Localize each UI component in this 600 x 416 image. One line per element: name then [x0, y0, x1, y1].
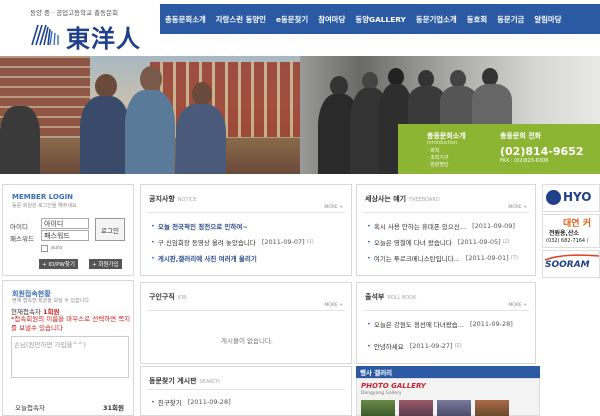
today-visitors-count: 31회원 [103, 404, 125, 412]
login-button[interactable]: 로그인 [95, 218, 125, 241]
intro-subtitle: Introduction [427, 140, 458, 146]
password-label: 패스워드 [10, 235, 34, 243]
nav-item-gallery[interactable]: 동양GALLERY [350, 14, 411, 25]
notice-title: 공지사항 NOTICE [149, 195, 197, 203]
online-users-subtitle: 현재 접속한 회원을 보실 수 있습니다. [12, 298, 91, 304]
gallery-heading[interactable]: 행사 갤러리 [356, 366, 540, 378]
bullet-icon: • [151, 254, 155, 262]
id-input[interactable] [41, 218, 89, 229]
intro-link-org[interactable]: · 조직기구 [427, 155, 449, 162]
jobs-empty-message: 게시물이 없습니다. [221, 337, 273, 345]
gallery-thumbnail[interactable] [399, 400, 433, 416]
bullet-icon: • [367, 254, 371, 262]
bullet-icon: • [367, 342, 371, 350]
logo-tagline: 동양 중 · 공업고등학교 총동문회 [30, 9, 119, 17]
login-title: MEMBER LOGIN [12, 193, 74, 201]
intro-links: · 회칙 · 조직기구 · 임원명단 [427, 148, 449, 169]
jobs-more-link[interactable]: MORE + [324, 303, 343, 308]
online-users-list[interactable]: 손님(원만하면 가입을^^) [11, 336, 129, 378]
logo-text: 東洋人 [66, 24, 141, 53]
online-users-panel: 회원접속현황 현재 접속한 회원을 보실 수 있습니다. 현재접속자 1회원 *… [2, 280, 134, 416]
list-item[interactable]: • 친구찾기 [2011-09-28] [151, 397, 341, 407]
nav-item-news[interactable]: 알림마당 [529, 14, 566, 25]
id-label: 아이디 [10, 223, 28, 231]
nav-item-clubs[interactable]: 동호회 [462, 14, 492, 25]
roll-book-title: 출석부 ROLL BOOK [365, 293, 417, 301]
auto-login-checkbox[interactable] [41, 245, 48, 252]
contact-fax: FAX : (02)823-6306 [500, 158, 549, 164]
nav-item-companies[interactable]: 동문기업소개 [411, 14, 462, 25]
online-users-notice: *접속회원의 이름을 마우스로 선택하면 쪽지를 보낼수 있습니다 [11, 315, 131, 332]
ad-sooram-banner[interactable]: SOORAM [542, 250, 600, 278]
notice-more-link[interactable]: MORE + [324, 205, 343, 210]
ad-daeyeon-banner[interactable]: 대연 커 전원용,산소 (032) 682-7164 / [542, 214, 600, 248]
jobs-board: 구인구직 JOB MORE + 게시물이 없습니다. [140, 282, 352, 364]
nav-item-find-alumni[interactable]: e동문찾기 [271, 14, 313, 25]
alumni-search-title: 동문찾기 게시판 SEARCH [149, 377, 220, 385]
list-item[interactable]: • 오늘은 강원도 정선에 다녀왔습... [2011-09-28] [367, 319, 537, 329]
gallery-subtitle: Dongyang Gallery [361, 391, 402, 396]
free-board-more-link[interactable]: MORE + [508, 205, 527, 210]
gallery-thumbnail[interactable] [475, 400, 509, 416]
bullet-icon: • [367, 320, 371, 328]
gallery-title: PHOTO GALLERY [361, 382, 426, 390]
list-item[interactable]: • 구.신임회장 동영상 올려 놓았습니다 [2011-09-07] (1) [151, 237, 341, 247]
nav-item-fund[interactable]: 동문기금 [492, 14, 529, 25]
contact-title: 총동문회 전화 [500, 132, 542, 140]
gallery-thumbnail[interactable] [437, 400, 471, 416]
gallery-thumbnail[interactable] [361, 400, 395, 416]
bullet-icon: • [151, 398, 155, 406]
free-board: 세상사는 얘기 FREEBOARD MORE + • 혹시 사용 안하는 휴대폰 … [356, 184, 536, 276]
find-idpw-button[interactable]: + ID/PW찾기 [39, 259, 78, 269]
roll-book-more-link[interactable]: MORE + [508, 303, 527, 308]
gallery-panel: PHOTO GALLERY Dongyang Gallery [356, 378, 540, 416]
nav-item-about[interactable]: 총동문회소개 [160, 14, 211, 25]
list-item[interactable]: • 오늘 전국적인 정전으로 인하여~ [151, 221, 341, 231]
free-board-title: 세상사는 얘기 FREEBOARD [365, 195, 440, 203]
intro-link-officers[interactable]: · 임원명단 [427, 162, 449, 169]
bullet-icon: • [151, 222, 155, 230]
bullet-icon: • [367, 222, 371, 230]
login-panel: MEMBER LOGIN 동문 회원은 로그인을 해주세요 아이디 패스워드 로… [2, 184, 134, 276]
bullet-icon: • [367, 238, 371, 246]
notice-board: 공지사항 NOTICE MORE + • 오늘 전국적인 정전으로 인하여~ • … [140, 184, 352, 276]
list-item[interactable]: • 안녕하세요 [2011-09-27] (2) [367, 341, 537, 351]
list-item[interactable]: • 오늘은 영철에 다녀 왔습니다 [2011-09-05] (2) [367, 237, 537, 247]
password-input[interactable] [41, 230, 89, 241]
jobs-title: 구인구직 JOB [149, 293, 187, 301]
list-item[interactable]: • 게시판,갤러리에 사진 여러개 올리기 [151, 253, 341, 263]
login-subtitle: 동문 회원은 로그인을 해주세요 [12, 203, 77, 209]
roll-book-board: 출석부 ROLL BOOK MORE + • 오늘은 강원도 정선에 다녀왔습..… [356, 282, 536, 364]
contact-phone: (02)814-9652 [500, 145, 584, 158]
header: 동양 중 · 공업고등학교 총동문회 東洋人 총동문회소개 자랑스런 동양인 e… [0, 0, 600, 56]
main-nav: 총동문회소개 자랑스런 동양인 e동문찾기 참여마당 동양GALLERY 동문기… [160, 4, 600, 34]
hyo-logo-icon [546, 190, 561, 205]
auto-login-label: auto [51, 245, 63, 251]
list-item[interactable]: • 혹시 사용 안하는 휴대폰 있으신... [2011-09-09] [367, 221, 537, 231]
nav-item-proud[interactable]: 자랑스런 동양인 [211, 14, 271, 25]
nav-item-participate[interactable]: 참여마당 [313, 14, 350, 25]
ad-hyo-banner[interactable]: HYO [542, 184, 600, 212]
wave-icon [31, 24, 59, 46]
today-visitors-label: 오늘접속자 [15, 404, 45, 412]
alumni-search-board: 동문찾기 게시판 SEARCH • 친구찾기 [2011-09-28] [140, 366, 352, 416]
site-logo[interactable]: 東洋人 [30, 19, 141, 53]
join-button[interactable]: + 회원가입 [89, 259, 122, 269]
bullet-icon: • [151, 238, 155, 246]
list-item[interactable]: • 여기는 투르크메니스탄입니다... [2011-09-01] (7) [367, 253, 537, 263]
intro-link-rules[interactable]: · 회칙 [427, 148, 449, 155]
